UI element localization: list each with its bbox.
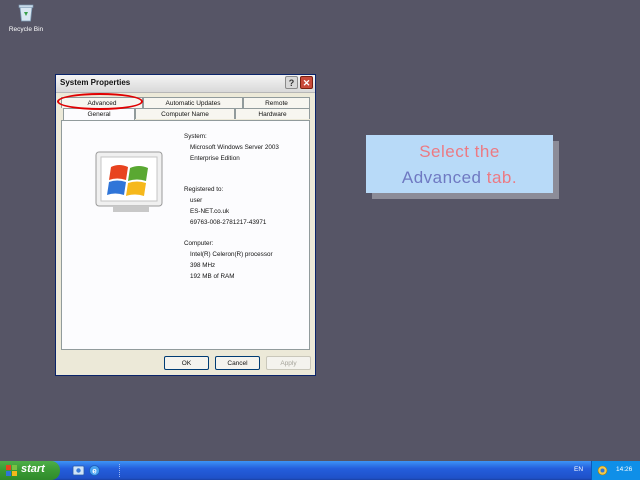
tab-hardware[interactable]: Hardware bbox=[235, 108, 310, 119]
memory: 192 MB of RAM bbox=[190, 273, 235, 280]
explorer-quicklaunch-icon[interactable] bbox=[72, 464, 85, 477]
dialog-title: System Properties bbox=[60, 78, 131, 87]
system-properties-dialog: System Properties ? ✕ Advanced Automatic… bbox=[55, 74, 316, 376]
callout-word-advanced: Advanced bbox=[401, 168, 482, 187]
recycle-bin-shortcut[interactable]: Recycle Bin bbox=[6, 2, 46, 33]
question-icon: ? bbox=[288, 78, 295, 88]
callout-line1: Select the bbox=[419, 142, 500, 161]
system-info: System: Microsoft Windows Server 2003 En… bbox=[184, 131, 279, 282]
recycle-bin-label: Recycle Bin bbox=[8, 26, 44, 33]
computer-heading: Computer: bbox=[184, 240, 214, 247]
os-edition: Enterprise Edition bbox=[190, 155, 240, 162]
tab-remote[interactable]: Remote bbox=[243, 97, 310, 108]
windows-monitor-logo-icon bbox=[95, 151, 163, 212]
language-indicator[interactable]: EN bbox=[574, 466, 583, 473]
start-label: start bbox=[21, 463, 45, 475]
general-tab-panel: System: Microsoft Windows Server 2003 En… bbox=[61, 120, 310, 350]
tab-computer-name[interactable]: Computer Name bbox=[135, 108, 235, 119]
recycle-bin-icon bbox=[18, 4, 34, 22]
advanced-tab-highlight bbox=[57, 93, 143, 110]
tray-network-icon[interactable] bbox=[597, 465, 608, 476]
svg-text:e: e bbox=[92, 467, 97, 476]
tab-automatic-updates[interactable]: Automatic Updates bbox=[143, 97, 243, 108]
windows-flag-icon bbox=[6, 465, 17, 476]
product-id: 69763-008-2781217-43971 bbox=[190, 219, 267, 226]
registered-heading: Registered to: bbox=[184, 186, 224, 193]
dialog-titlebar[interactable]: System Properties ? ✕ bbox=[56, 75, 315, 93]
quicklaunch-separator bbox=[119, 464, 122, 477]
close-button[interactable]: ✕ bbox=[300, 76, 313, 89]
registered-user: user bbox=[190, 197, 203, 204]
close-icon: ✕ bbox=[302, 78, 311, 88]
help-button[interactable]: ? bbox=[285, 76, 298, 89]
os-name: Microsoft Windows Server 2003 bbox=[190, 144, 279, 151]
ok-button[interactable]: OK bbox=[164, 356, 209, 370]
callout-word-tab: tab. bbox=[486, 168, 518, 187]
cancel-button[interactable]: Cancel bbox=[215, 356, 260, 370]
system-tray: 14:26 bbox=[591, 461, 640, 480]
processor: Intel(R) Celeron(R) processor bbox=[190, 251, 273, 258]
system-heading: System: bbox=[184, 133, 207, 140]
internet-explorer-icon[interactable]: e bbox=[88, 464, 101, 477]
start-button[interactable]: start bbox=[0, 461, 60, 480]
clock[interactable]: 14:26 bbox=[616, 466, 632, 473]
taskbar: start e EN 14:26 bbox=[0, 461, 640, 480]
processor-speed: 398 MHz bbox=[190, 262, 216, 269]
registered-org: ES-NET.co.uk bbox=[190, 208, 230, 215]
apply-button[interactable]: Apply bbox=[266, 356, 311, 370]
instruction-callout: Select the Advanced tab. bbox=[366, 135, 553, 193]
